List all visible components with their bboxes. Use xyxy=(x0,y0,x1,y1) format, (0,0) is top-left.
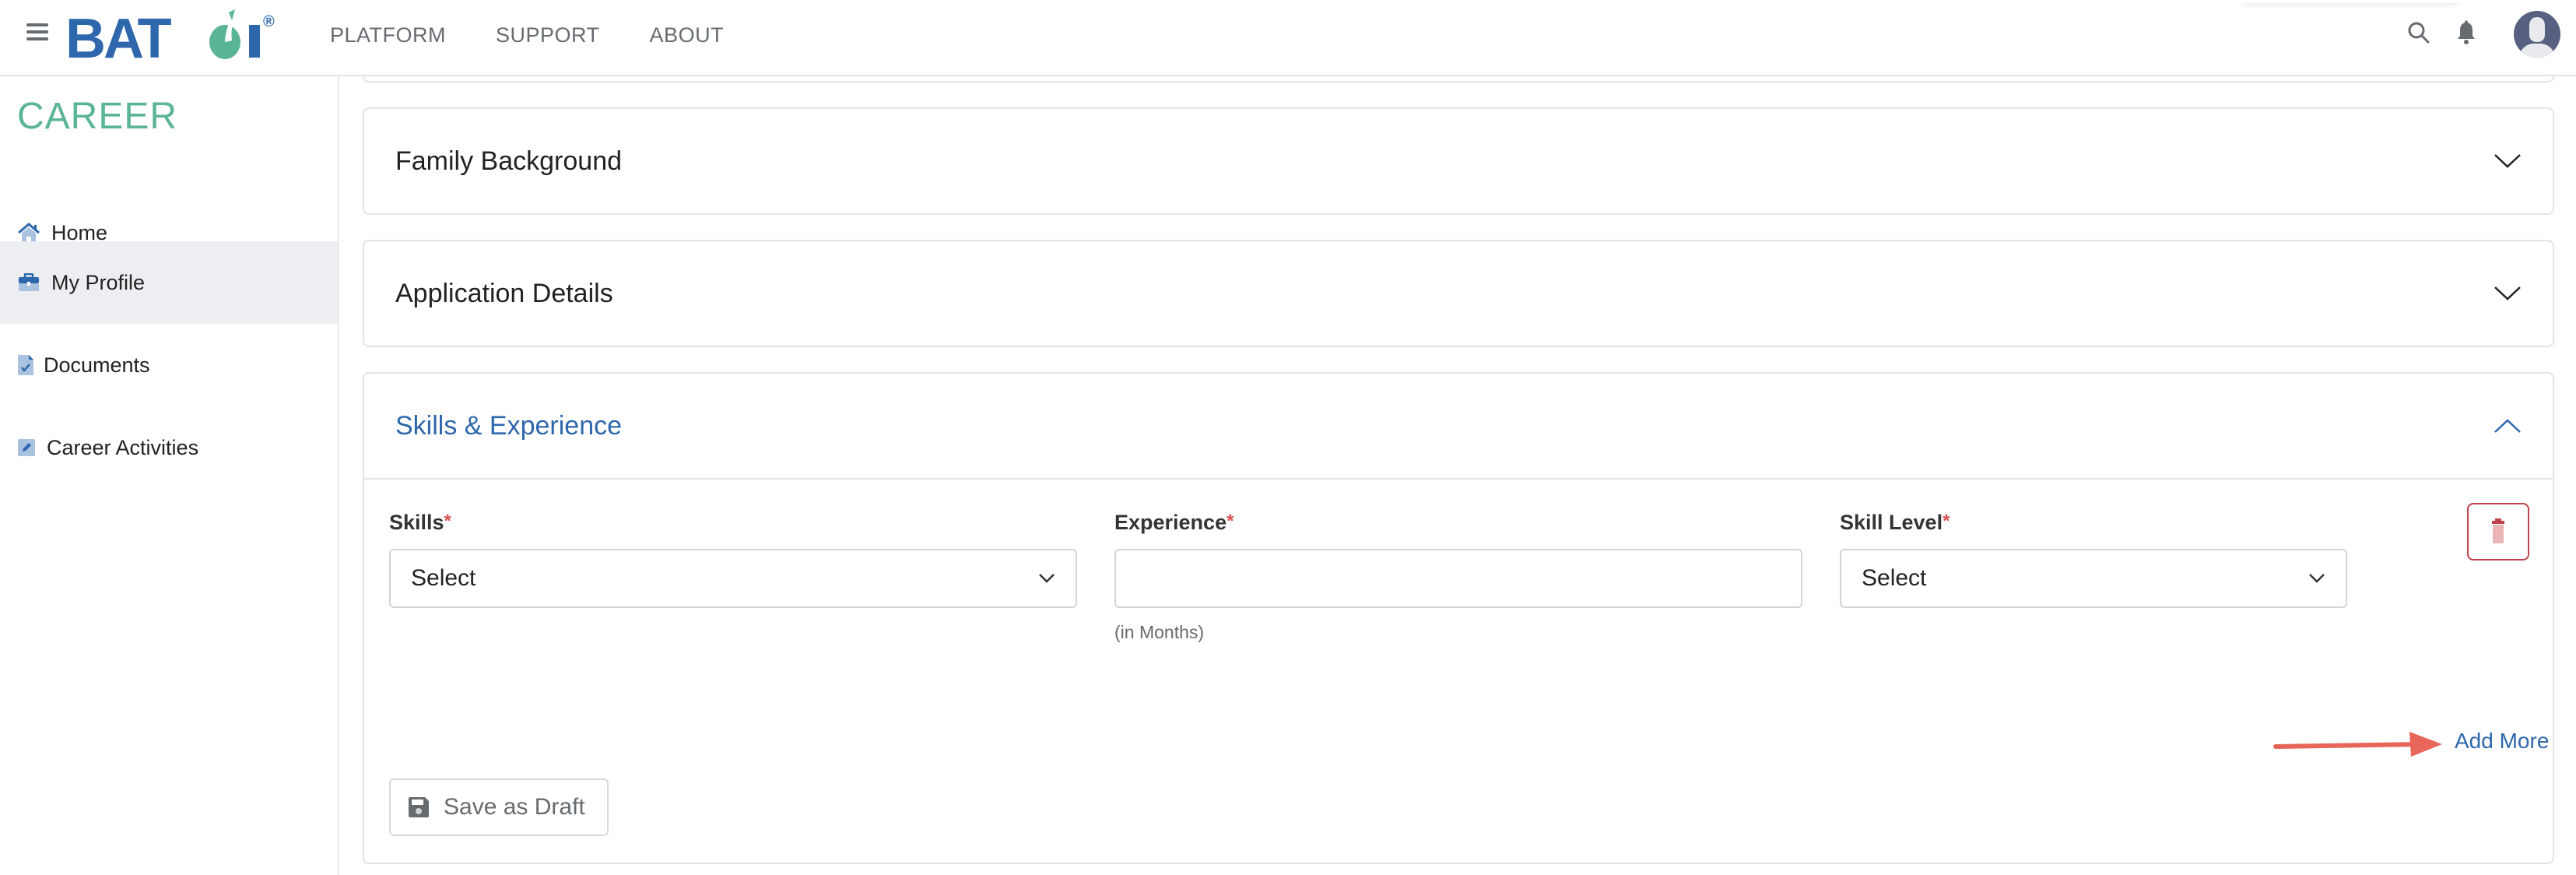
annotation-arrow xyxy=(2273,732,2442,757)
skill-level-field: Skill Level* Select xyxy=(1840,511,2347,608)
home-icon xyxy=(17,222,40,244)
save-as-draft-button[interactable]: Save as Draft xyxy=(389,778,609,836)
section-title: Skills & Experience xyxy=(395,410,623,441)
accordion-application-details: Application Details xyxy=(363,240,2554,347)
hamburger-menu-icon[interactable] xyxy=(26,23,48,40)
sidebar-item-label: Documents xyxy=(44,353,150,377)
sidebar-item-career-activities[interactable]: Career Activities xyxy=(0,406,338,489)
top-navbar: BAT ® PLATFORM SUPPORT ABOUT xyxy=(0,0,2576,76)
skills-select[interactable]: Select xyxy=(389,549,1077,608)
skill-level-select-value: Select xyxy=(1862,565,1927,591)
briefcase-icon xyxy=(17,272,40,293)
search-icon[interactable] xyxy=(2406,20,2431,45)
svg-text:BAT: BAT xyxy=(65,9,172,61)
skill-level-label: Skill Level* xyxy=(1840,511,1950,534)
section-title: Application Details xyxy=(395,278,613,308)
save-as-draft-label: Save as Draft xyxy=(444,794,585,820)
add-more-link[interactable]: Add More xyxy=(2455,729,2549,754)
nav-support[interactable]: SUPPORT xyxy=(496,23,600,47)
sidebar-item-label: My Profile xyxy=(51,270,146,294)
sidebar-item-documents[interactable]: Documents xyxy=(0,324,338,406)
sidebar: CAREER Home My Profile Documents Career … xyxy=(0,76,339,875)
chevron-up-icon xyxy=(2494,419,2521,433)
section-title: Family Background xyxy=(395,146,623,176)
accordion-family-background: Family Background xyxy=(363,107,2554,215)
chevron-down-icon xyxy=(2494,154,2521,168)
accordion-header[interactable]: Family Background xyxy=(364,109,2553,213)
nav-about[interactable]: ABOUT xyxy=(650,23,725,47)
trash-icon xyxy=(2492,518,2504,543)
skill-level-select[interactable]: Select xyxy=(1840,549,2347,608)
accordion-header[interactable]: Application Details xyxy=(364,241,2553,346)
chevron-down-icon xyxy=(1039,574,1055,583)
svg-text:®: ® xyxy=(263,13,275,30)
accordion-header[interactable]: Skills & Experience xyxy=(364,374,2553,478)
experience-input[interactable] xyxy=(1114,549,1802,608)
batoi-logo[interactable]: BAT ® xyxy=(65,9,283,61)
user-silhouette-icon xyxy=(2518,17,2556,58)
chevron-down-icon xyxy=(2309,574,2325,583)
nav-platform[interactable]: PLATFORM xyxy=(330,23,446,47)
skills-label: Skills* xyxy=(389,511,451,534)
experience-label: Experience* xyxy=(1114,511,1234,534)
skills-field: Skills* Select xyxy=(389,511,1077,608)
delete-row-button[interactable] xyxy=(2467,503,2529,560)
experience-field: Experience* (in Months) xyxy=(1114,511,1802,643)
user-avatar[interactable] xyxy=(2514,11,2560,58)
experience-hint: (in Months) xyxy=(1114,622,1205,642)
accordion-skills-experience: Skills & Experience Skills* Select Exper… xyxy=(363,372,2554,864)
main-content: Family Background Application Details Sk… xyxy=(339,76,2576,875)
sidebar-item-my-profile[interactable]: My Profile xyxy=(0,241,338,324)
sidebar-brand: CAREER xyxy=(17,96,178,137)
skills-select-value: Select xyxy=(411,565,476,591)
bell-icon[interactable] xyxy=(2455,20,2478,45)
chevron-down-icon xyxy=(2494,286,2521,300)
floppy-disk-icon xyxy=(409,797,429,817)
previous-section-card-edge xyxy=(363,76,2554,83)
skills-form: Skills* Select Experience* (in Months) S… xyxy=(364,478,2553,863)
dropdown-shadow-edge xyxy=(2241,0,2459,3)
edit-icon xyxy=(17,437,36,459)
main-nav: PLATFORM SUPPORT ABOUT xyxy=(330,23,724,47)
sidebar-item-label: Career Activities xyxy=(47,435,199,459)
document-check-icon xyxy=(17,354,34,376)
logo-mark: BAT ® xyxy=(65,9,275,61)
